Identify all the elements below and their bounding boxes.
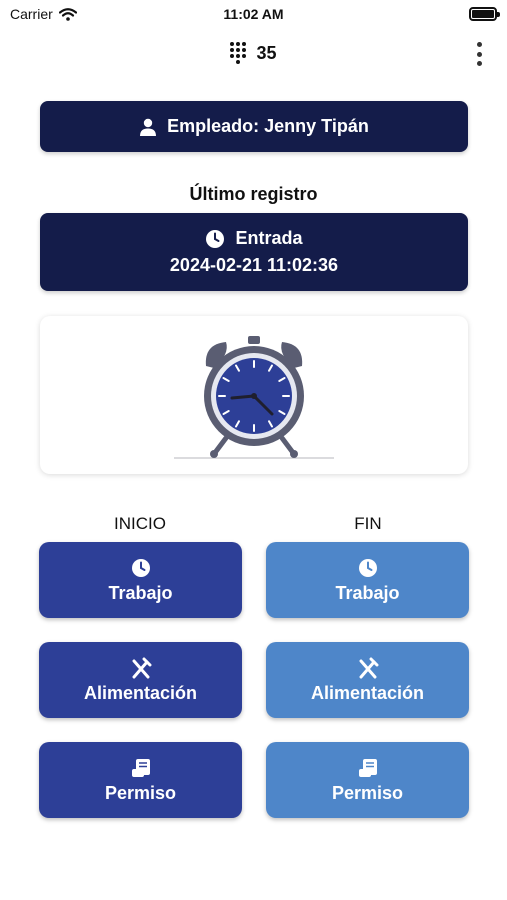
utensils-icon — [130, 657, 152, 679]
keypad-icon[interactable] — [230, 42, 247, 64]
start-work-button[interactable]: Trabajo — [39, 542, 242, 618]
end-meal-button[interactable]: Alimentación — [266, 642, 469, 718]
more-vertical-icon[interactable] — [475, 40, 483, 68]
nav-count: 35 — [256, 42, 277, 63]
start-permission-button[interactable]: Permiso — [39, 742, 242, 818]
utensils-icon — [357, 657, 379, 679]
start-permission-label: Permiso — [104, 782, 177, 803]
start-work-label: Trabajo — [108, 582, 173, 603]
user-icon — [140, 118, 157, 136]
end-work-button[interactable]: Trabajo — [266, 542, 469, 618]
end-permission-button[interactable]: Permiso — [266, 742, 469, 818]
start-meal-label: Alimentación — [83, 682, 198, 703]
status-bar: Carrier 11:02 AM — [0, 0, 507, 30]
top-nav: 35 — [0, 36, 507, 72]
start-meal-button[interactable]: Alimentación — [39, 642, 242, 718]
nav-center: 35 — [0, 42, 507, 64]
app-screen: Carrier 11:02 AM 35 Empleado: Jenny Tipá… — [0, 0, 507, 900]
status-time: 11:02 AM — [223, 6, 284, 22]
start-column-label: INICIO — [114, 514, 166, 533]
battery-icon — [469, 7, 500, 21]
end-permission-label: Permiso — [331, 782, 404, 803]
alarm-clock-illustration — [174, 336, 334, 459]
record-datetime: 2024-02-21 11:02:36 — [169, 255, 339, 275]
clock-icon — [206, 229, 225, 248]
document-icon — [357, 757, 379, 779]
last-record-card: Entrada 2024-02-21 11:02:36 — [40, 213, 468, 291]
end-work-label: Trabajo — [335, 582, 400, 603]
record-type-line: Entrada — [205, 228, 303, 249]
record-type: Entrada — [235, 228, 303, 248]
end-meal-label: Alimentación — [310, 682, 425, 703]
end-column-label: FIN — [354, 514, 382, 533]
last-record-title: Último registro — [189, 184, 318, 204]
document-icon — [130, 757, 152, 779]
clock-icon — [130, 557, 152, 579]
illustration-card — [40, 316, 468, 474]
clock-icon — [357, 557, 379, 579]
employee-label: Empleado: Jenny Tipán — [167, 116, 369, 136]
employee-bar: Empleado: Jenny Tipán — [40, 101, 468, 152]
